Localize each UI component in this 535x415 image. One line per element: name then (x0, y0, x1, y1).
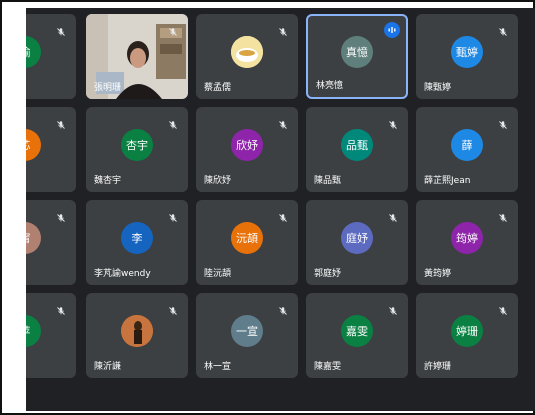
avatar-initials: 李 (131, 232, 143, 246)
participant-tile[interactable]: 筠婷黃筠婷 (416, 200, 518, 285)
participant-avatar: 嘉雯 (341, 315, 373, 348)
avatar-initials: 品甄 (346, 139, 368, 153)
participant-avatar (231, 36, 263, 69)
avatar-initials: 瑜 (26, 44, 31, 60)
participant-tile[interactable]: 婷珊許婷珊 (416, 293, 518, 378)
mic-off-icon (56, 115, 66, 129)
participant-avatar: 甄婷 (451, 36, 483, 69)
mic-off-icon (168, 208, 178, 222)
participant-name: 林一宣 (204, 362, 232, 372)
mic-off-icon (168, 115, 178, 129)
avatar-initials: 一宣 (236, 325, 258, 339)
avatar-initials: 嘉雯 (346, 325, 368, 339)
avatar-initials: 苹 (26, 323, 31, 339)
participant-name: 蔡孟儒 (204, 83, 232, 93)
speaking-indicator-icon (384, 22, 400, 38)
participant-name: 黃筠婷 (424, 269, 452, 279)
mic-off-icon (388, 208, 398, 222)
avatar-initials: 甯 (26, 230, 31, 246)
participant-name: 郭庭妤 (314, 269, 342, 279)
participant-tile[interactable]: 芯 (26, 107, 76, 192)
participant-tile[interactable]: 瑜 (26, 14, 76, 99)
participant-avatar (121, 315, 153, 348)
participant-avatar: 真憶 (341, 36, 373, 69)
avatar-initials: 欣妤 (236, 139, 258, 153)
participant-tile[interactable]: 苹 (26, 293, 76, 378)
participant-tile[interactable]: 品甄陳品甄 (306, 107, 408, 192)
participant-tile[interactable]: 張明珊 (86, 14, 188, 99)
meeting-grid: 瑜張明珊蔡孟儒真憶林亮憶甄婷陳甄婷芯杏宇魏杏宇欣妤陳欣妤品甄陳品甄薛薛芷熙Jea… (26, 8, 535, 411)
participant-tile[interactable]: 杏宇魏杏宇 (86, 107, 188, 192)
avatar-initials: 庭妤 (346, 232, 368, 246)
participant-avatar: 一宣 (231, 315, 263, 348)
participant-name: 陳嘉雯 (314, 362, 342, 372)
mic-off-icon (168, 22, 178, 36)
participant-tile[interactable]: 欣妤陳欣妤 (196, 107, 298, 192)
avatar-initials: 甄婷 (456, 46, 478, 60)
participant-tile[interactable]: 薛薛芷熙Jean (416, 107, 518, 192)
participant-tile[interactable]: 甄婷陳甄婷 (416, 14, 518, 99)
participant-tile[interactable]: 甯 (26, 200, 76, 285)
participant-name: 陳品甄 (314, 176, 342, 186)
avatar-initials: 薛 (461, 139, 473, 153)
avatar-initials: 杏宇 (126, 139, 148, 153)
participant-avatar: 苹 (26, 315, 41, 348)
participant-name: 許婷珊 (424, 362, 452, 372)
participant-name: 張明珊 (94, 83, 122, 93)
mic-off-icon (56, 22, 66, 36)
participant-tile[interactable]: 陳沂謙 (86, 293, 188, 378)
avatar-initials: 沅頡 (236, 232, 258, 246)
mic-off-icon (278, 22, 288, 36)
participant-tile[interactable]: 嘉雯陳嘉雯 (306, 293, 408, 378)
participant-avatar: 李 (121, 222, 153, 255)
mic-off-icon (278, 115, 288, 129)
avatar-initials: 芯 (26, 137, 31, 153)
participant-avatar: 芯 (26, 129, 41, 162)
avatar-initials: 婷珊 (456, 325, 478, 339)
participant-tile[interactable]: 一宣林一宣 (196, 293, 298, 378)
mic-off-icon (56, 208, 66, 222)
participant-name: 李芃諭wendy (94, 269, 151, 279)
participant-name: 薛芷熙Jean (424, 176, 471, 186)
participant-name: 魏杏宇 (94, 176, 122, 186)
mic-off-icon (168, 301, 178, 315)
mic-off-icon (278, 208, 288, 222)
participant-avatar: 庭妤 (341, 222, 373, 255)
mic-off-icon (56, 301, 66, 315)
mic-off-icon (498, 22, 508, 36)
participant-name: 陸沅頡 (204, 269, 232, 279)
participant-avatar: 婷珊 (451, 315, 483, 348)
mic-off-icon (388, 301, 398, 315)
participant-tile[interactable]: 真憶林亮憶 (306, 14, 408, 99)
participant-tile[interactable]: 李李芃諭wendy (86, 200, 188, 285)
participant-avatar: 欣妤 (231, 129, 263, 162)
participant-name: 陳欣妤 (204, 176, 232, 186)
participant-avatar: 筠婷 (451, 222, 483, 255)
avatar-initials: 筠婷 (456, 232, 478, 246)
participant-avatar: 瑜 (26, 36, 41, 69)
participant-name: 陳沂謙 (94, 362, 122, 372)
participant-name: 陳甄婷 (424, 83, 452, 93)
participant-avatar: 薛 (451, 129, 483, 162)
participant-tile[interactable]: 庭妤郭庭妤 (306, 200, 408, 285)
mic-off-icon (498, 115, 508, 129)
participant-avatar: 甯 (26, 222, 41, 255)
mic-off-icon (498, 208, 508, 222)
avatar-initials: 真憶 (346, 46, 368, 60)
participant-name: 林亮憶 (316, 81, 344, 91)
participant-avatar: 品甄 (341, 129, 373, 162)
participant-avatar: 杏宇 (121, 129, 153, 162)
participant-tile[interactable]: 沅頡陸沅頡 (196, 200, 298, 285)
mic-off-icon (278, 301, 288, 315)
participant-avatar: 沅頡 (231, 222, 263, 255)
participant-tile[interactable]: 蔡孟儒 (196, 14, 298, 99)
mic-off-icon (498, 301, 508, 315)
mic-off-icon (388, 115, 398, 129)
